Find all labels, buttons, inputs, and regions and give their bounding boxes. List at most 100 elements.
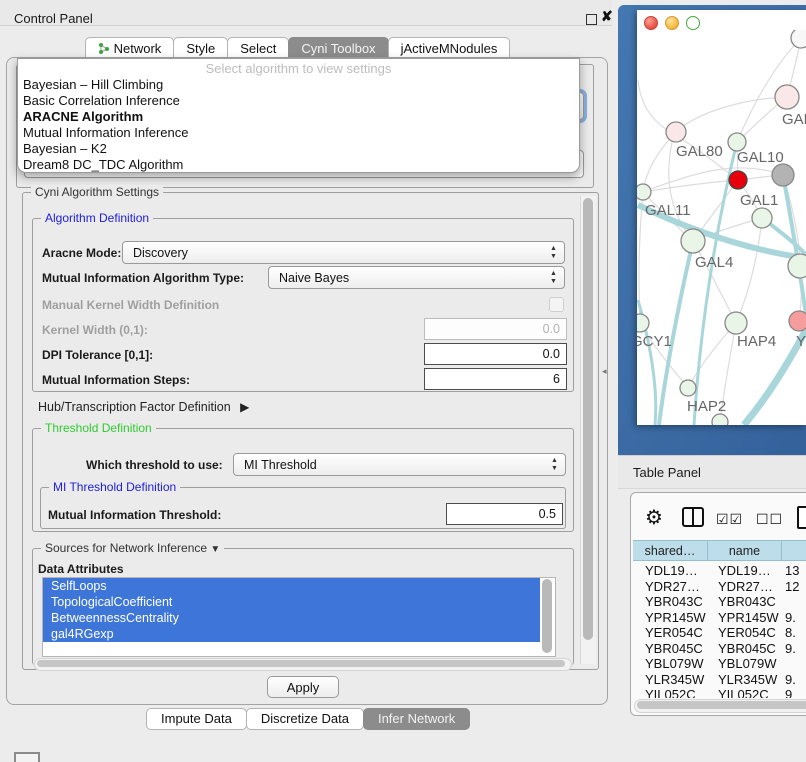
algorithm-option[interactable]: Mutual Information Inference: [18, 125, 579, 141]
dpi-tolerance-field[interactable]: 0.0: [424, 343, 567, 365]
network-node-label: HAP4: [737, 333, 776, 350]
clipboard-icon[interactable]: [797, 506, 806, 529]
network-edge[interactable]: [688, 323, 736, 388]
settings-scrollbar[interactable]: [580, 196, 596, 664]
stepper-arrows-icon: ▲▼: [548, 245, 559, 261]
table-rows[interactable]: YDL19…YDL19…13YDR27…YDR27…12YBR043CYBR04…: [633, 563, 806, 698]
data-attribute-item[interactable]: SelfLoops: [43, 578, 555, 594]
algorithm-list: Bayesian – Hill ClimbingBasic Correlatio…: [18, 77, 579, 173]
table-header[interactable]: shared…name: [633, 540, 806, 561]
network-node[interactable]: [791, 30, 806, 48]
dpi-tolerance-label: DPI Tolerance [0,1]:: [42, 348, 153, 362]
network-node[interactable]: [775, 85, 799, 109]
network-node[interactable]: [680, 380, 696, 396]
mi-type-combo[interactable]: Naive Bayes ▲▼: [268, 266, 565, 289]
table-cell: 13: [782, 563, 806, 579]
algorithm-option[interactable]: Dream8 DC_TDC Algorithm: [18, 157, 579, 173]
network-node[interactable]: [637, 184, 651, 200]
aracne-mode-combo[interactable]: Discovery ▲▼: [122, 241, 565, 264]
table-column-header[interactable]: name: [708, 540, 782, 561]
zoom-traffic-light-icon[interactable]: [686, 16, 700, 30]
network-node-label: Y: [796, 333, 806, 350]
mi-steps-field[interactable]: 6: [424, 368, 567, 390]
network-node-label: GAL80: [676, 143, 723, 160]
settings-scrollbar-thumb[interactable]: [583, 198, 593, 640]
algorithm-placeholder: Select algorithm to view settings: [18, 59, 579, 77]
columns-icon[interactable]: [682, 507, 704, 527]
settings-h-scrollbar[interactable]: [34, 658, 572, 671]
which-threshold-value: MI Threshold: [244, 458, 317, 472]
table-column-header[interactable]: [782, 540, 806, 561]
network-node[interactable]: [729, 171, 747, 189]
table-row[interactable]: YBL079WYBL079W: [633, 656, 806, 672]
data-attributes-label: Data Attributes: [38, 562, 124, 576]
network-node-label: GAL4: [695, 254, 733, 271]
close-traffic-light-icon[interactable]: [644, 16, 658, 30]
collapse-arrow-icon[interactable]: ▼: [210, 544, 220, 555]
network-node[interactable]: [637, 314, 649, 332]
table-cell: 9.: [782, 672, 806, 688]
network-node[interactable]: [772, 164, 794, 186]
tab-infer-network[interactable]: Infer Network: [363, 708, 470, 730]
network-edge[interactable]: [674, 97, 787, 134]
table-row[interactable]: YBR043CYBR043C: [633, 594, 806, 610]
table-row[interactable]: YLR345WYLR345W9.: [633, 672, 806, 688]
table-cell: YLR345W: [633, 672, 708, 688]
close-icon[interactable]: ✘: [601, 8, 613, 25]
table-row[interactable]: YPR145WYPR145W9.: [633, 610, 806, 626]
table-row[interactable]: YDR27…YDR27…12: [633, 579, 806, 595]
select-all-icon[interactable]: ☑☑: [716, 511, 743, 528]
data-attribute-item[interactable]: TopologicalCoefficient: [43, 594, 555, 610]
algorithm-option[interactable]: Bayesian – Hill Climbing: [18, 77, 579, 93]
network-edge[interactable]: [643, 180, 738, 192]
network-node[interactable]: [789, 311, 806, 331]
attributes-scrollbar-thumb[interactable]: [542, 579, 552, 653]
network-node[interactable]: [681, 229, 705, 253]
control-panel-tabbar: NetworkStyleSelectCyni ToolboxjActiveMNo…: [85, 37, 509, 58]
data-attribute-item[interactable]: gal4RGexp: [43, 626, 555, 642]
network-node[interactable]: [712, 414, 728, 425]
network-node[interactable]: [788, 254, 806, 278]
float-icon[interactable]: [586, 14, 597, 25]
settings-h-scrollbar-thumb[interactable]: [37, 660, 565, 667]
table-cell: YIL052C: [708, 687, 782, 698]
gear-icon[interactable]: ⚙: [645, 505, 663, 530]
algorithm-option[interactable]: Basic Correlation Inference: [18, 93, 579, 109]
table-column-header[interactable]: shared…: [633, 540, 708, 561]
manual-kernel-checkbox[interactable]: [549, 297, 564, 312]
network-node[interactable]: [725, 312, 747, 334]
table-row[interactable]: YIL052CYIL052C9: [633, 687, 806, 698]
network-canvas[interactable]: GALGAL80GAL10GAL1GAL11GAL4GCY1HAP4YHAP2: [637, 30, 806, 425]
mi-type-label: Mutual Information Algorithm Type:: [42, 271, 244, 285]
threshold-definition-title: Threshold Definition: [41, 421, 156, 435]
which-threshold-combo[interactable]: MI Threshold ▲▼: [233, 453, 566, 476]
minimize-traffic-light-icon[interactable]: [665, 16, 679, 30]
expand-arrow-icon[interactable]: ▶: [240, 400, 249, 414]
mi-threshold-field[interactable]: 0.5: [446, 503, 563, 525]
table-cell: 12: [782, 579, 806, 595]
network-node[interactable]: [666, 122, 686, 142]
data-attribute-item[interactable]: BetweennessCentrality: [43, 610, 555, 626]
table-cell: 9: [782, 687, 806, 698]
network-node-label: HAP2: [687, 398, 726, 415]
attributes-scrollbar[interactable]: [540, 578, 555, 656]
apply-button[interactable]: Apply: [267, 676, 339, 698]
network-edge[interactable]: [736, 218, 762, 323]
table-h-scrollbar[interactable]: [634, 699, 806, 713]
splitter-handle[interactable]: ◂: [602, 366, 607, 377]
algorithm-option[interactable]: Bayesian – K2: [18, 141, 579, 157]
table-row[interactable]: YBR045CYBR045C9.: [633, 641, 806, 657]
tab-discretize-data[interactable]: Discretize Data: [246, 708, 364, 730]
data-attributes-list[interactable]: SelfLoopsTopologicalCoefficientBetweenne…: [42, 577, 556, 657]
hub-definition-section[interactable]: Hub/Transcription Factor Definition ▶: [38, 400, 249, 414]
minimized-panel-icon[interactable]: [14, 752, 40, 762]
network-node[interactable]: [752, 208, 772, 228]
algorithm-option[interactable]: ARACNE Algorithm: [18, 109, 579, 125]
table-h-scrollbar-thumb[interactable]: [637, 701, 806, 709]
table-cell: YPR145W: [633, 610, 708, 626]
deselect-all-icon[interactable]: ☐☐: [756, 511, 783, 528]
kernel-width-field[interactable]: 0.0: [424, 318, 567, 340]
tab-impute-data[interactable]: Impute Data: [146, 708, 247, 730]
table-row[interactable]: YER054CYER054C8.: [633, 625, 806, 641]
table-row[interactable]: YDL19…YDL19…13: [633, 563, 806, 579]
